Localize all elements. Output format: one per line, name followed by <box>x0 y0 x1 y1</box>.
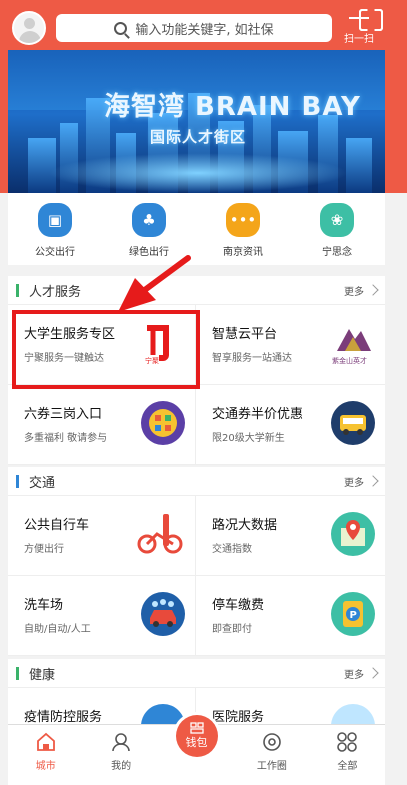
nav-label: 我的 <box>111 761 132 772</box>
service-smart-cloud[interactable]: 智慧云平台 智享服务一站通达 紫金山英才 <box>196 305 385 385</box>
nav-label: 钱包 <box>185 736 208 749</box>
map-pin-icon <box>331 512 375 556</box>
banner-title: 海智湾 BRAIN BAY <box>104 92 361 122</box>
nav-label: 城市 <box>35 761 56 772</box>
section-title: 健康 <box>29 667 56 683</box>
quick-link-label: 宁思念 <box>322 247 352 258</box>
chevron-right-icon <box>367 667 379 679</box>
service-coupons[interactable]: 六券三岗入口 多重福利 敬请参与 <box>8 385 196 465</box>
home-icon <box>35 731 57 753</box>
chevron-right-icon <box>367 284 379 296</box>
scan-label: 扫一扫 <box>344 34 374 45</box>
zijinshan-logo-icon: 紫金山英才 <box>331 321 375 365</box>
service-parking[interactable]: 停车缴费 即查即付 P <box>196 576 385 656</box>
bus-icon: ▣ <box>38 203 72 237</box>
more-link[interactable]: 更多 <box>344 666 379 681</box>
circle-icon <box>261 731 283 753</box>
chat-bubble-icon: ••• <box>226 203 260 237</box>
car-wash-icon <box>141 592 185 636</box>
avatar[interactable] <box>12 11 46 45</box>
service-road-data[interactable]: 路况大数据 交通指数 <box>196 496 385 576</box>
nav-workcircle[interactable]: 工作圈 <box>234 725 309 785</box>
wallet-icon: 钱包 <box>175 715 218 757</box>
section-traffic: 交通 更多 公共自行车 方便出行 路况大数据 交通指数 洗车场 自助/自动/人工… <box>8 467 385 656</box>
search-icon <box>114 21 128 35</box>
banner[interactable]: 海智湾 BRAIN BAY 国际人才街区 <box>8 50 385 193</box>
nav-wallet[interactable]: 钱包 <box>159 715 234 785</box>
service-car-wash[interactable]: 洗车场 自助/自动/人工 <box>8 576 196 656</box>
banner-subtitle: 国际人才街区 <box>150 128 247 146</box>
top-bar: 输入功能关键字, 如社保 扫一扫 <box>0 0 407 50</box>
nav-label: 全部 <box>337 761 358 772</box>
scan-button[interactable]: 扫一扫 <box>343 9 375 47</box>
quick-link-memory[interactable]: ❀ 宁思念 <box>290 193 384 265</box>
highlight-box <box>12 310 200 389</box>
grid-icon <box>336 731 358 753</box>
more-link[interactable]: 更多 <box>344 474 379 489</box>
bus-ticket-icon <box>331 401 375 445</box>
quick-link-label: 公交出行 <box>35 247 75 258</box>
scan-icon <box>349 9 369 27</box>
quick-link-news[interactable]: ••• 南京资讯 <box>196 193 290 265</box>
search-placeholder: 输入功能关键字, 如社保 <box>135 22 274 38</box>
nav-all[interactable]: 全部 <box>310 725 385 785</box>
service-hospital[interactable]: 医院服务 <box>196 688 385 724</box>
quick-link-green[interactable]: ♣ 绿色出行 <box>102 193 196 265</box>
bottom-nav: 城市 我的 钱包 工作圈 全部 <box>8 715 385 785</box>
search-input[interactable]: 输入功能关键字, 如社保 <box>56 14 332 42</box>
service-epidemic[interactable]: 疫情防控服务 <box>8 688 196 724</box>
nav-mine[interactable]: 我的 <box>83 725 158 785</box>
svg-text:紫金山英才: 紫金山英才 <box>332 356 367 365</box>
section-title: 人才服务 <box>29 284 82 300</box>
quick-link-bus[interactable]: ▣ 公交出行 <box>8 193 102 265</box>
more-link[interactable]: 更多 <box>344 283 379 298</box>
nav-label: 工作圈 <box>256 761 287 772</box>
tree-icon: ♣ <box>132 203 166 237</box>
coupons-icon <box>141 401 185 445</box>
user-icon <box>110 731 132 753</box>
service-public-bike[interactable]: 公共自行车 方便出行 <box>8 496 196 576</box>
section-title: 交通 <box>29 475 56 491</box>
svg-text:P: P <box>350 610 357 621</box>
quick-link-label: 绿色出行 <box>129 247 169 258</box>
nav-city[interactable]: 城市 <box>8 725 83 785</box>
parking-icon: P <box>331 592 375 636</box>
quick-link-label: 南京资讯 <box>223 247 263 258</box>
service-transport-coupon[interactable]: 交通券半价优惠 限20级大学新生 <box>196 385 385 465</box>
chevron-right-icon <box>367 475 379 487</box>
quick-links: ▣ 公交出行 ♣ 绿色出行 ••• 南京资讯 ❀ 宁思念 <box>8 193 385 265</box>
flower-icon: ❀ <box>320 203 354 237</box>
bicycle-icon <box>137 512 185 556</box>
